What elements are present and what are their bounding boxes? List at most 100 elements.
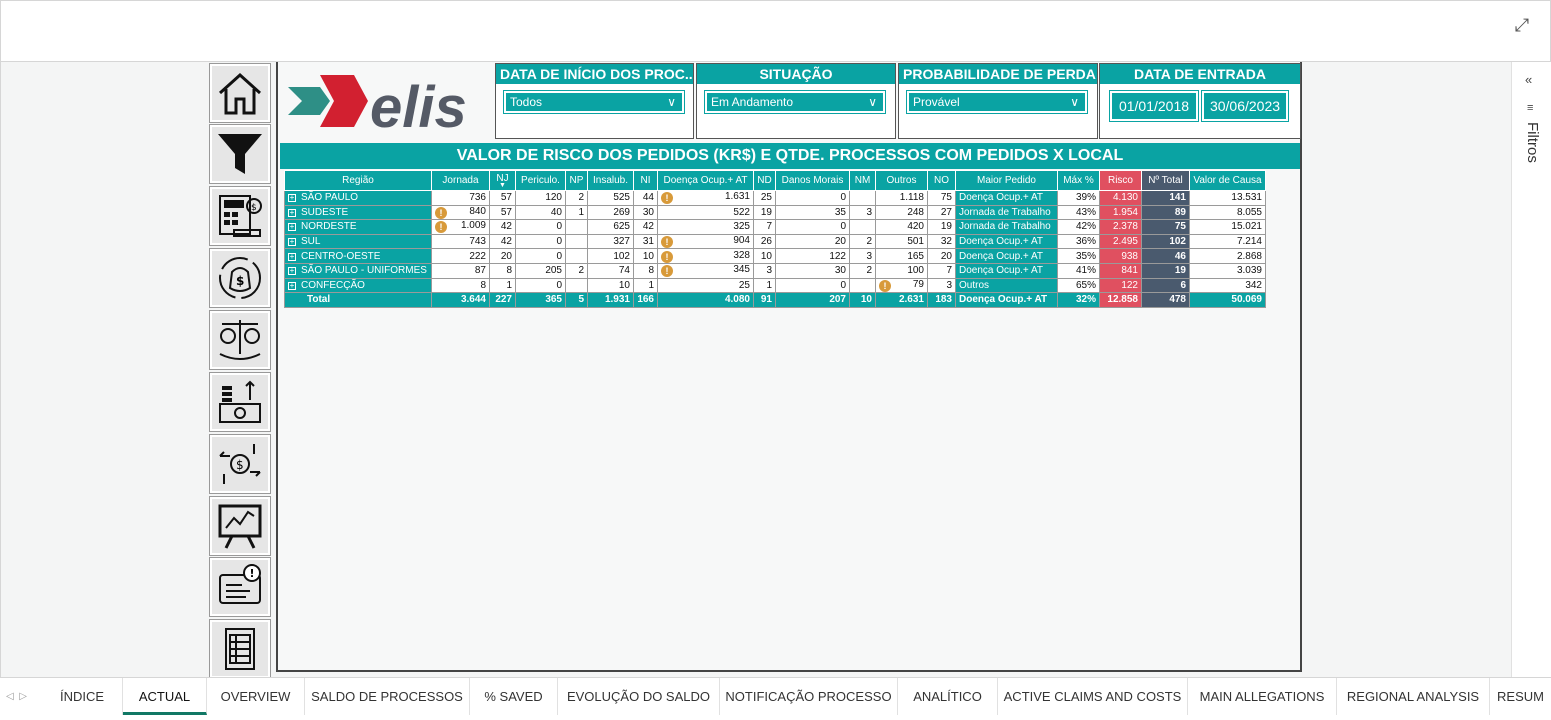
col-header[interactable]: Região [284, 170, 432, 191]
expand-plus-icon[interactable]: + [288, 281, 296, 290]
col-header[interactable]: Risco [1099, 170, 1142, 191]
filter-icon[interactable] [210, 125, 270, 183]
matrix-row[interactable]: + CENTRO-OESTE 222 20 0 102 10! 328 10 122 3 165 20 D… [284, 248, 1266, 264]
cell-value: 35 [834, 206, 846, 218]
matrix-row[interactable]: + SÃO PAULO 736 57 120 2 525 44! 1.631 25 0 1.118 75… [284, 190, 1266, 206]
filter-lines-icon: ≡ [1527, 102, 1534, 114]
tab-resumo[interactable]: RESUM [1490, 678, 1551, 715]
slicer-data-inicio[interactable]: DATA DE INÍCIO DOS PROC... Todos ∨ [495, 63, 694, 139]
cell-value: 522 [733, 206, 750, 218]
cell-maior: Jornada de Trabalho [955, 219, 1058, 235]
slicer-situacao[interactable]: SITUAÇÃO Em Andamento ∨ [696, 63, 896, 139]
money-bag-cycle-icon[interactable]: $ [210, 249, 270, 307]
cell-value: 32% [1075, 294, 1096, 306]
cell-peric: 0 [515, 219, 566, 235]
expand-plus-icon[interactable]: + [288, 238, 296, 247]
slicer-dropdown[interactable]: Todos ∨ [504, 91, 684, 113]
col-header[interactable]: Maior Pedido [955, 170, 1058, 191]
tab-evolucao-do-saldo[interactable]: EVOLUÇÃO DO SALDO [558, 678, 720, 715]
cell-causa: 8.055 [1189, 204, 1266, 221]
matrix-row[interactable]: + NORDESTE! 1.009 42 0 625 42 325 7 0 420 19 Jornada… [284, 219, 1266, 235]
collapse-chevron-icon[interactable]: « [1525, 72, 1532, 87]
cell-value: 42 [642, 221, 654, 233]
col-header[interactable]: Danos Morais [775, 170, 850, 191]
col-header[interactable]: NI [633, 170, 658, 191]
expand-plus-icon[interactable]: + [288, 267, 296, 276]
cell-value: 0 [840, 221, 846, 233]
col-header[interactable]: Nº Total [1141, 170, 1190, 191]
tab-regional-analysis[interactable]: REGIONAL ANALYSIS [1337, 678, 1490, 715]
cell-doenca: ! 328 [657, 248, 754, 264]
table-icon[interactable] [210, 620, 270, 678]
expand-plus-icon[interactable]: + [288, 223, 296, 232]
risk-matrix: Região Jornada NJ ▼ Periculo. NP Insalub.… [284, 170, 1266, 308]
tab-active-claims-and-costs[interactable]: ACTIVE CLAIMS AND COSTS [998, 678, 1188, 715]
scale-money-icon[interactable] [210, 311, 270, 369]
col-header-sorted[interactable]: NJ ▼ [489, 170, 516, 191]
expand-plus-icon[interactable]: + [288, 208, 296, 217]
cell-max: 36% [1057, 233, 1100, 250]
top-bar: ⤢ [0, 0, 1551, 62]
col-header[interactable]: Outros [875, 170, 928, 191]
tab-indice[interactable]: ÍNDICE [42, 678, 123, 715]
cell-value: 8 [480, 279, 486, 291]
cell-value: 248 [907, 206, 924, 218]
tab-scroll-arrows-icon[interactable]: ◁ ▷ [6, 691, 27, 702]
col-header[interactable]: NO [927, 170, 956, 191]
end-date-input[interactable]: 30/06/2023 [1202, 91, 1288, 121]
slicer-probabilidade[interactable]: PROBABILIDADE DE PERDA Provável ∨ [898, 63, 1098, 139]
cell-danos: 20 [775, 233, 850, 250]
tab-actual[interactable]: ACTUAL [123, 678, 207, 715]
cell-value: 141 [1169, 192, 1186, 204]
cell-value: Doença Ocup.+ AT [959, 192, 1044, 204]
cash-flow-icon[interactable] [210, 373, 270, 431]
alert-message-icon[interactable]: ! [210, 558, 270, 616]
matrix-row[interactable]: + SÃO PAULO - UNIFORMES 87 8 205 2 74 8! 345 3 30 2… [284, 262, 1266, 279]
cell-insal: 10 [587, 277, 634, 294]
expand-plus-icon[interactable]: + [288, 252, 296, 261]
cell-value: 91 [760, 294, 772, 306]
slicer-title: DATA DE ENTRADA [1100, 64, 1300, 84]
tab-overview[interactable]: OVERVIEW [207, 678, 305, 715]
matrix-total-row[interactable]: Total 3.644 227 365 5 1.931 166 4.080 91 207 10 2.6… [284, 292, 1266, 308]
start-date-input[interactable]: 01/01/2018 [1110, 91, 1198, 121]
tab-saved[interactable]: % SAVED [470, 678, 558, 715]
money-transfer-icon[interactable]: $ [210, 435, 270, 493]
finance-report-icon[interactable]: $ [210, 187, 270, 245]
cell-value: Doença Ocup.+ AT [959, 294, 1048, 306]
expand-plus-icon[interactable]: + [288, 194, 296, 203]
slicer-data-entrada[interactable]: DATA DE ENTRADA 01/01/2018 30/06/2023 [1099, 63, 1301, 139]
col-header[interactable]: NP [565, 170, 588, 191]
tab-main-allegations[interactable]: MAIN ALLEGATIONS [1188, 678, 1337, 715]
presentation-chart-icon[interactable] [210, 497, 270, 555]
col-header[interactable]: Insalub. [587, 170, 634, 191]
col-header[interactable]: Periculo. [515, 170, 566, 191]
slicer-dropdown[interactable]: Provável ∨ [907, 91, 1087, 113]
cell-nd: 26 [753, 233, 776, 250]
col-header[interactable]: Jornada [431, 170, 490, 191]
matrix-row[interactable]: + SUL 743 42 0 327 31! 904 26 20 2 501 32 Doença Ocup… [284, 233, 1266, 250]
col-header[interactable]: NM [849, 170, 876, 191]
matrix-row[interactable]: + CONFECÇÃO 8 1 0 10 1 25 1 0! 79 3 Outros 65% 122 6 342 [284, 277, 1266, 294]
col-header[interactable]: Valor de Causa [1189, 170, 1266, 191]
home-icon[interactable] [210, 64, 270, 122]
col-header[interactable]: ND [753, 170, 776, 191]
slicer-dropdown[interactable]: Em Andamento ∨ [705, 91, 885, 113]
cell-causa: 50.069 [1189, 292, 1266, 308]
matrix-row[interactable]: + SUDESTE! 840 57 40 1 269 30 522 19 35 3 248 27 Jorna… [284, 204, 1266, 221]
cell-value: 3 [866, 250, 872, 262]
tab-notificacao-processo[interactable]: NOTIFICAÇÃO PROCESSO [720, 678, 898, 715]
tab-saldo-de-processos[interactable]: SALDO DE PROCESSOS [305, 678, 470, 715]
filters-pane[interactable]: « ≡ Filtros [1511, 62, 1551, 677]
cell-max: 35% [1057, 248, 1100, 264]
cell-no: 20 [927, 248, 956, 264]
col-header[interactable]: Máx % [1057, 170, 1100, 191]
tab-analitico[interactable]: ANALÍTICO [898, 678, 998, 715]
warning-icon: ! [661, 236, 673, 249]
expand-icon[interactable]: ⤢ [1510, 13, 1534, 37]
filters-pane-label[interactable]: Filtros [1524, 122, 1541, 163]
region-label: SÃO PAULO - UNIFORMES [301, 265, 427, 277]
col-header[interactable]: Doença Ocup.+ AT [657, 170, 754, 191]
cell-nj: 42 [489, 219, 516, 235]
cell-value: 525 [613, 192, 630, 204]
